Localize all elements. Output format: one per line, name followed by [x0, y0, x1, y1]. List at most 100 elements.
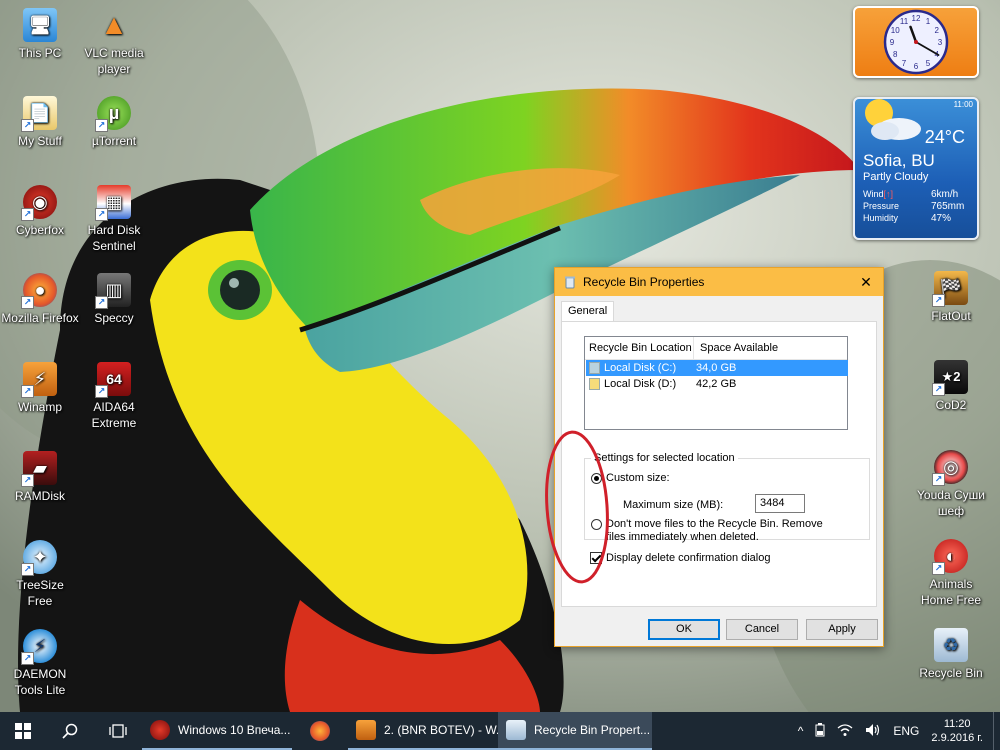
confirm-dialog-checkbox[interactable] — [590, 552, 602, 564]
analog-clock: 121234567891011 — [883, 9, 949, 75]
desktop-icon-daemon-tools[interactable]: ⚡ ↗ DAEMON Tools Lite — [0, 629, 80, 698]
recycle-bin-icon — [565, 276, 575, 289]
desktop-icon-cyberfox[interactable]: ◉ ↗ Cyberfox — [0, 185, 80, 238]
desktop-icon-label: Cyberfox — [15, 223, 65, 237]
partly-cloudy-icon — [865, 99, 921, 140]
column-header-location[interactable]: Recycle Bin Location — [585, 337, 694, 359]
column-header-space[interactable]: Space Available — [694, 337, 778, 359]
input-language-indicator[interactable]: ENG — [887, 724, 925, 738]
list-header: Recycle Bin Location Space Available — [585, 337, 847, 360]
tab-general[interactable]: General — [561, 301, 615, 322]
clock-numeral: 6 — [914, 62, 919, 71]
dont-move-option[interactable]: Don't move files to the Recycle Bin. Rem… — [591, 518, 841, 544]
max-size-input[interactable]: 3484 — [755, 494, 805, 513]
desktop-icon-flatout[interactable]: 🏁 ↗ FlatOut — [911, 271, 991, 324]
custom-size-option[interactable]: Custom size: — [591, 472, 670, 484]
dialog-tabs: General — [561, 301, 877, 322]
desktop-icon-label: Speccy — [94, 311, 134, 325]
weather-pressure-value: 765mm — [931, 201, 965, 212]
search-button[interactable] — [46, 712, 94, 750]
desktop-icon-ramdisk[interactable]: ▰ ↗ RAMDisk — [0, 451, 80, 504]
weather-gadget[interactable]: 11:00 24°C Sofia, BU Partly Cloudy Wind[… — [853, 97, 979, 240]
clock-numeral: 12 — [912, 14, 921, 23]
desktop-icon-animals-home[interactable]: ◐ ↗ Animals Home Free — [911, 539, 991, 608]
desktop-icon-youda-sushi[interactable]: ◎ ↗ Youda Суши шеф — [911, 450, 991, 519]
recycle-bin-location-list[interactable]: Recycle Bin Location Space Available Loc… — [584, 336, 848, 430]
desktop-icon-label: DAEMON Tools Lite — [13, 667, 67, 697]
winamp-icon — [356, 720, 376, 740]
dont-move-radio[interactable] — [591, 519, 602, 530]
cyberfox-icon: ◉ ↗ — [21, 185, 57, 221]
custom-size-label: Custom size: — [606, 472, 670, 484]
settings-legend: Settings for selected location — [594, 452, 735, 464]
desktop-icon-treesize[interactable]: ✦ ↗ TreeSize Free — [0, 540, 80, 609]
desktop-icon-label: AIDA64 Extreme — [91, 400, 137, 430]
drive-icon — [589, 378, 600, 390]
battery-icon[interactable] — [809, 722, 831, 740]
start-button[interactable] — [0, 712, 46, 750]
aida64-icon: 64 ↗ — [95, 362, 131, 398]
max-size-label: Maximum size (MB): — [623, 499, 724, 511]
desktop-icon-label: Recycle Bin — [919, 666, 983, 680]
desktop-icon-label: RAMDisk — [15, 489, 65, 503]
custom-size-radio[interactable] — [591, 473, 602, 484]
task-view-icon — [109, 724, 127, 738]
taskbar-app-winamp[interactable]: 2. (BNR BOTEV) - W... — [348, 712, 498, 750]
taskbar-app-label: Windows 10 Впеча... — [178, 723, 291, 737]
list-item-drive-d[interactable]: Local Disk (D:) 42,2 GB — [586, 376, 846, 392]
winamp-icon: ⚡ ↗ — [21, 362, 57, 398]
computer-icon: 🖥 — [23, 8, 57, 42]
dialog-titlebar[interactable]: Recycle Bin Properties ✕ — [555, 268, 883, 296]
confirm-dialog-option[interactable]: Display delete confirmation dialog — [590, 552, 770, 564]
desktop-icon-recycle-bin[interactable]: ♻ Recycle Bin — [911, 628, 991, 681]
apply-button[interactable]: Apply — [806, 619, 878, 640]
taskbar-date: 2.9.2016 г. — [931, 732, 983, 744]
clock-numeral: 1 — [926, 17, 931, 26]
desktop-icon-label: Animals Home Free — [920, 577, 982, 607]
daemon-tools-icon: ⚡ ↗ — [21, 629, 57, 665]
show-hidden-icons-chevron-icon[interactable]: ^ — [792, 724, 810, 738]
confirm-dialog-label: Display delete confirmation dialog — [606, 552, 771, 564]
list-item-drive-c[interactable]: Local Disk (C:) 34,0 GB — [586, 360, 848, 376]
dialog-title: Recycle Bin Properties — [583, 275, 705, 289]
desktop-icon-firefox[interactable]: ● ↗ Mozilla Firefox — [0, 273, 80, 326]
taskbar-clock[interactable]: 11:20 2.9.2016 г. — [925, 717, 993, 745]
general-tab-panel: Recycle Bin Location Space Available Loc… — [561, 321, 877, 607]
desktop-icon-speccy[interactable]: ▥ ↗ Speccy — [74, 273, 154, 326]
desktop-icon-aida64[interactable]: 64 ↗ AIDA64 Extreme — [74, 362, 154, 431]
windows-logo-icon — [15, 723, 31, 739]
cancel-button[interactable]: Cancel — [726, 619, 798, 640]
taskbar-app-cyberfox[interactable]: Windows 10 Впеча... — [142, 712, 292, 750]
desktop-icon-label: Mozilla Firefox — [1, 311, 79, 325]
taskbar-app-label: Recycle Bin Propert... — [534, 723, 651, 737]
desktop-icon-cod2[interactable]: ★ 2 ↗ CoD2 — [911, 360, 991, 413]
desktop-icon-hdsentinel[interactable]: ▦ ↗ Hard Disk Sentinel — [74, 185, 154, 254]
clock-numeral: 11 — [900, 17, 909, 26]
settings-groupbox: Settings for selected location Custom si… — [584, 452, 870, 543]
wifi-icon[interactable] — [831, 723, 859, 740]
desktop-icon-label: This PC — [18, 46, 62, 60]
volume-icon[interactable] — [859, 723, 887, 740]
desktop-icon-this-pc[interactable]: 🖥 This PC — [0, 8, 80, 61]
desktop-icon-label: My Stuff — [18, 134, 62, 148]
aida64-badge: 64 — [106, 371, 122, 387]
desktop-icon-winamp[interactable]: ⚡ ↗ Winamp — [0, 362, 80, 415]
show-desktop-button[interactable] — [993, 712, 1000, 750]
ok-button[interactable]: OK — [648, 619, 720, 640]
firefox-icon: ● ↗ — [21, 273, 57, 309]
taskbar: Windows 10 Впеча... 2. (BNR BOTEV) - W..… — [0, 712, 1000, 750]
desktop-icon-utorrent[interactable]: µ ↗ µTorrent — [74, 96, 154, 149]
taskbar-time: 11:20 — [943, 718, 971, 730]
desktop-icon-my-stuff[interactable]: 📄 ↗ My Stuff — [0, 96, 80, 149]
taskbar-app-firefox[interactable] — [292, 712, 348, 750]
weather-humidity-row: Humidity 47% — [863, 213, 971, 224]
clock-numeral: 8 — [893, 50, 898, 59]
desktop-icon-label: CoD2 — [935, 398, 967, 412]
taskbar-app-recycle-bin-properties[interactable]: Recycle Bin Propert... — [498, 712, 652, 750]
desktop-icon-label: TreeSize Free — [16, 578, 64, 608]
desktop-icon-vlc[interactable]: ▲ VLC media player — [74, 8, 154, 77]
taskbar-app-label: 2. (BNR BOTEV) - W... — [384, 723, 498, 737]
clock-gadget[interactable]: 121234567891011 — [853, 6, 979, 78]
close-button[interactable]: ✕ — [849, 268, 883, 296]
task-view-button[interactable] — [94, 712, 142, 750]
